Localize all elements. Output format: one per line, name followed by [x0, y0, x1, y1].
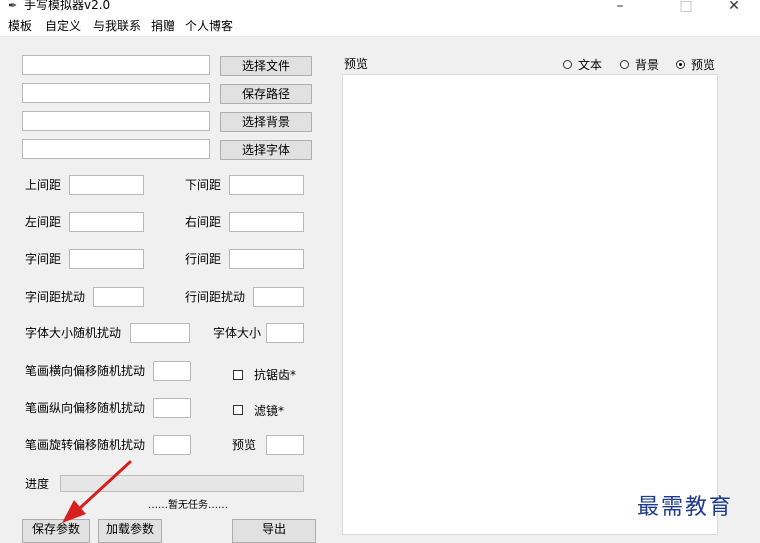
stroke-rotate-input[interactable]	[153, 435, 191, 455]
choose-file-button[interactable]: 选择文件	[220, 56, 312, 76]
stroke-rotate-label: 笔画旋转偏移随机扰动	[25, 438, 146, 452]
title-bar: ✒ 手写模拟器v2.0 – □ ✕	[0, 0, 760, 16]
radio-preview-mode[interactable]	[676, 60, 685, 69]
watermark: 最需教育	[637, 495, 734, 520]
bottom-margin-label: 下间距	[185, 178, 222, 192]
choose-font-button[interactable]: 选择字体	[220, 140, 312, 160]
progress-bar	[60, 475, 304, 492]
stroke-v-offset-label: 笔画纵向偏移随机扰动	[25, 401, 146, 415]
load-params-button[interactable]: 加载参数	[98, 519, 162, 543]
preview-pane-label: 预览	[344, 57, 369, 71]
feather-icon: ✒	[8, 0, 18, 12]
left-margin-input[interactable]	[69, 212, 144, 232]
line-spacing-label: 行间距	[185, 252, 222, 266]
menu-custom[interactable]: 自定义	[45, 18, 81, 34]
menu-bar: 模板 自定义 与我联系 捐赠 个人博客	[0, 16, 760, 37]
window-title: 手写模拟器v2.0	[24, 0, 111, 12]
bottom-margin-input[interactable]	[229, 175, 304, 195]
char-spacing-jitter-label: 字间距扰动	[25, 290, 86, 304]
task-status: ……暂无任务……	[148, 500, 228, 511]
menu-contact[interactable]: 与我联系	[93, 18, 141, 34]
radio-text-label: 文本	[578, 58, 603, 72]
font-size-jitter-input[interactable]	[130, 323, 190, 343]
font-size-label: 字体大小	[213, 326, 262, 340]
progress-label: 进度	[25, 477, 50, 491]
file-path-input[interactable]	[22, 55, 210, 75]
font-size-jitter-label: 字体大小随机扰动	[25, 326, 122, 340]
antialias-checkbox[interactable]	[233, 370, 243, 380]
font-path-input[interactable]	[22, 139, 210, 159]
stroke-v-offset-input[interactable]	[153, 398, 191, 418]
save-params-button[interactable]: 保存参数	[22, 519, 90, 543]
preview-count-label: 预览	[232, 438, 257, 452]
font-size-input[interactable]	[266, 323, 304, 343]
line-spacing-jitter-input[interactable]	[253, 287, 304, 307]
maximize-button[interactable]: □	[666, 0, 706, 15]
menu-templates[interactable]: 模板	[8, 18, 32, 34]
stroke-h-offset-label: 笔画横向偏移随机扰动	[25, 364, 146, 378]
export-button[interactable]: 导出	[232, 519, 316, 543]
radio-preview-label: 预览	[691, 58, 716, 72]
char-spacing-input[interactable]	[69, 249, 144, 269]
radio-background-mode[interactable]	[620, 60, 629, 69]
radio-background-label: 背景	[635, 58, 660, 72]
close-button[interactable]: ✕	[714, 0, 754, 15]
menu-donate[interactable]: 捐赠	[151, 18, 175, 34]
left-margin-label: 左间距	[25, 215, 62, 229]
filter-label: 滤镜*	[254, 404, 285, 418]
filter-checkbox[interactable]	[233, 405, 243, 415]
menu-blog[interactable]: 个人博客	[185, 18, 233, 34]
save-path-button[interactable]: 保存路径	[220, 84, 312, 104]
radio-text-mode[interactable]	[563, 60, 572, 69]
top-margin-label: 上间距	[25, 178, 62, 192]
right-margin-input[interactable]	[229, 212, 304, 232]
top-margin-input[interactable]	[69, 175, 144, 195]
line-spacing-input[interactable]	[229, 249, 304, 269]
minimize-button[interactable]: –	[600, 0, 640, 15]
char-spacing-jitter-input[interactable]	[93, 287, 144, 307]
antialias-label: 抗锯齿*	[254, 368, 297, 382]
line-spacing-jitter-label: 行间距扰动	[185, 290, 246, 304]
char-spacing-label: 字间距	[25, 252, 62, 266]
preview-canvas	[342, 74, 718, 535]
background-path-input[interactable]	[22, 111, 210, 131]
preview-count-input[interactable]	[266, 435, 304, 455]
stroke-h-offset-input[interactable]	[153, 361, 191, 381]
right-margin-label: 右间距	[185, 215, 222, 229]
save-path-input[interactable]	[22, 83, 210, 103]
choose-background-button[interactable]: 选择背景	[220, 112, 312, 132]
